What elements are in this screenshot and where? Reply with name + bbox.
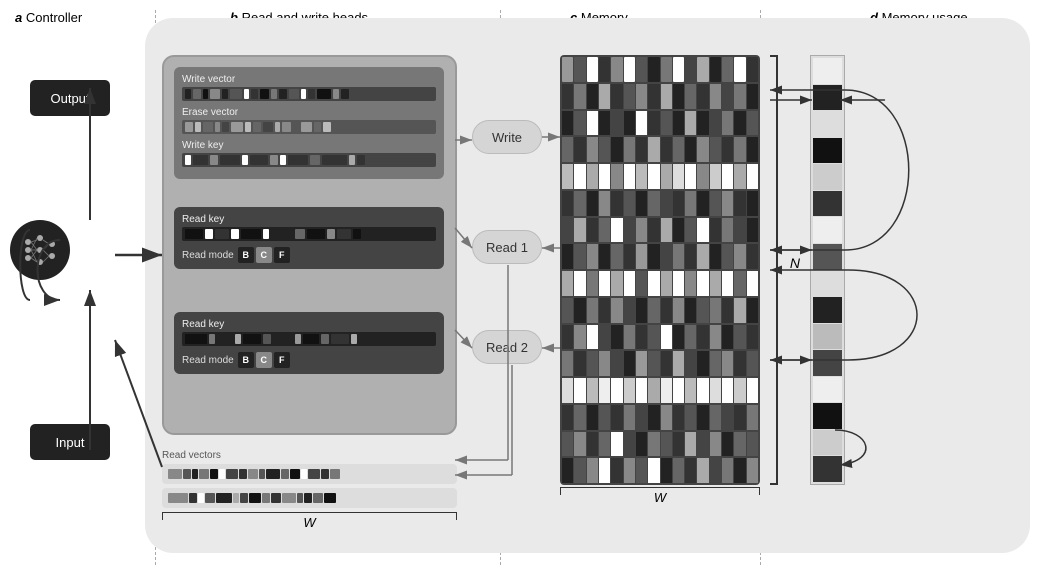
mem-row-15 <box>562 432 758 457</box>
read-key-1-label: Read key <box>182 214 436 225</box>
read-mode-2-label: Read mode <box>182 355 234 366</box>
mem-row-11 <box>562 325 758 350</box>
bracket-line-b <box>162 512 457 513</box>
write-key-bar <box>182 153 436 167</box>
rv2-bar <box>168 492 451 504</box>
read1-button[interactable]: Read 1 <box>472 230 542 264</box>
w-label-c: W <box>560 487 760 505</box>
label-a: a Controller <box>15 10 82 25</box>
mode-b-1: B <box>238 247 254 263</box>
read-mode-1-label: Read mode <box>182 250 234 261</box>
write-key-row: Write key <box>182 140 436 167</box>
w-label-b: W <box>162 515 457 530</box>
rv1-bar <box>168 468 451 480</box>
heads-container: Write vector <box>162 55 457 435</box>
mem-row-13 <box>562 378 758 403</box>
write-key-label: Write key <box>182 140 436 151</box>
w-bracket-c <box>560 487 760 488</box>
mem-row-5 <box>562 164 758 189</box>
mem-row-8 <box>562 244 758 269</box>
write-head: Write vector <box>174 67 444 179</box>
n-label: N <box>790 255 800 271</box>
mem-row-10 <box>562 298 758 323</box>
read-vectors-label: Read vectors <box>162 450 457 461</box>
read-key-2-bar <box>182 332 436 346</box>
read-key-2-label: Read key <box>182 319 436 330</box>
erase-vector-row: Erase vector <box>182 107 436 134</box>
mem-row-12 <box>562 351 758 376</box>
read-mode-1-buttons: B C F <box>238 247 290 263</box>
n-bracket <box>776 55 778 485</box>
read-head-2: Read key Read mode <box>174 312 444 374</box>
output-box: Output <box>30 80 110 116</box>
mem-row-7 <box>562 218 758 243</box>
read-vector-1 <box>162 464 457 484</box>
w-text-c: W <box>560 490 760 505</box>
read-vectors-section: Read vectors <box>162 450 457 530</box>
diagram: a Controller b Read and write heads c Me… <box>0 0 1044 575</box>
read-key-1-bar <box>182 227 436 241</box>
mode-b-2: B <box>238 352 254 368</box>
mem-row-9 <box>562 271 758 296</box>
mem-row-16 <box>562 458 758 483</box>
read2-button[interactable]: Read 2 <box>472 330 542 364</box>
mode-c-1: C <box>256 247 272 263</box>
read-mode-2-buttons: B C F <box>238 352 290 368</box>
read-mode-1-row: Read mode B C F <box>182 247 436 263</box>
read-head-1: Read key Read mode <box>174 207 444 269</box>
mode-f-1: F <box>274 247 290 263</box>
read-mode-2-row: Read mode B C F <box>182 352 436 368</box>
read-vector-2 <box>162 488 457 508</box>
usage-section <box>800 55 890 515</box>
memory-grid <box>560 55 760 485</box>
mem-row-2 <box>562 84 758 109</box>
input-box: Input <box>30 424 110 460</box>
usage-bar <box>810 55 845 485</box>
mem-row-3 <box>562 111 758 136</box>
controller-section: Output <box>10 30 140 520</box>
write-vector-row: Write vector <box>182 74 436 101</box>
write-vector-label: Write vector <box>182 74 436 85</box>
mem-row-1 <box>562 57 758 82</box>
mem-row-6 <box>562 191 758 216</box>
erase-vector-label: Erase vector <box>182 107 436 118</box>
mem-row-14 <box>562 405 758 430</box>
w-bracket-b: W <box>162 512 457 530</box>
read-key-2-row: Read key <box>182 319 436 346</box>
memory-section: N W <box>560 55 770 515</box>
read-key-1-row: Read key <box>182 214 436 241</box>
mode-c-2: C <box>256 352 272 368</box>
write-vector-bar <box>182 87 436 101</box>
mem-row-4 <box>562 137 758 162</box>
self-loop-icon <box>15 225 45 305</box>
mode-f-2: F <box>274 352 290 368</box>
erase-vector-bar <box>182 120 436 134</box>
write-button[interactable]: Write <box>472 120 542 154</box>
